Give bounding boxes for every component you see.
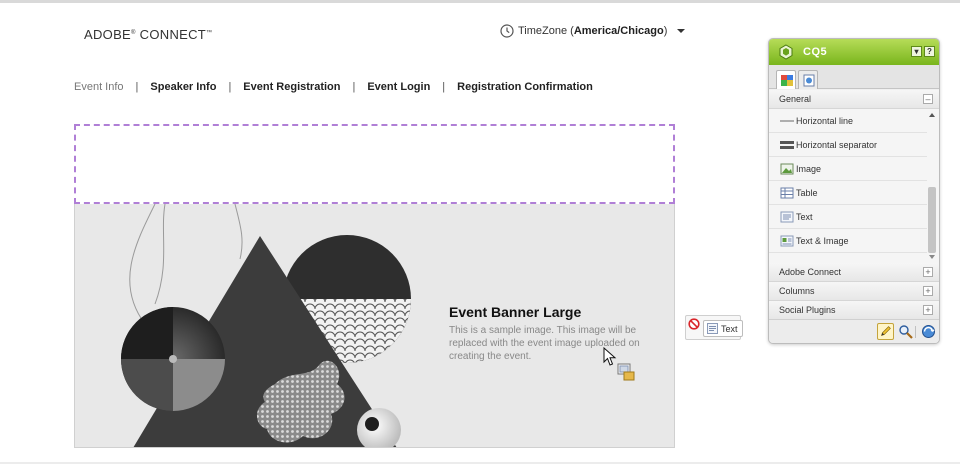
image-icon — [780, 163, 794, 175]
component-label: Image — [796, 164, 822, 174]
group-general-header[interactable]: General – — [769, 90, 939, 109]
collapse-icon[interactable]: – — [923, 94, 933, 104]
page-tab-icon — [803, 74, 815, 87]
top-rule — [0, 0, 960, 3]
expand-icon[interactable]: + — [923, 267, 933, 277]
group-columns-header[interactable]: Columns + — [769, 282, 939, 301]
group-adobe-connect-label: Adobe Connect — [779, 267, 842, 277]
group-social-plugins-header[interactable]: Social Plugins + — [769, 301, 939, 320]
timezone-value: America/Chicago — [573, 25, 664, 37]
drag-proxy: Text — [685, 315, 743, 340]
component-label: Horizontal separator — [796, 140, 878, 150]
clock-icon — [500, 24, 514, 38]
logo-text: ADOBE — [84, 27, 132, 42]
group-adobe-connect-header[interactable]: Adobe Connect + — [769, 263, 939, 282]
text-icon — [780, 211, 794, 223]
edit-mode-pencil-icon[interactable] — [877, 323, 894, 340]
expand-icon[interactable]: + — [923, 305, 933, 315]
table-icon — [780, 187, 794, 199]
drag-copy-icon — [617, 363, 635, 381]
nav-separator: | — [228, 81, 232, 93]
cq5-sidekick[interactable]: CQ5 ▾ ? General – Horizontal line Horizo… — [768, 38, 940, 344]
group-general-label: General — [779, 94, 812, 104]
nav-separator: | — [442, 81, 446, 93]
nav-event-registration[interactable]: Event Registration — [243, 81, 340, 93]
scroll-down-icon[interactable] — [929, 255, 935, 259]
group-columns-label: Columns — [779, 286, 815, 296]
component-label: Table — [796, 188, 818, 198]
logo-text-connect: CONNECT — [135, 27, 207, 42]
component-table[interactable]: Table — [769, 181, 927, 205]
no-drop-icon — [688, 318, 700, 330]
paragraph-drop-zone[interactable] — [74, 124, 675, 204]
component-text[interactable]: Text — [769, 205, 927, 229]
component-horizontal-separator[interactable]: Horizontal separator — [769, 133, 927, 157]
component-horizontal-line[interactable]: Horizontal line — [769, 109, 927, 133]
component-label: Text — [796, 212, 813, 222]
chevron-down-icon[interactable] — [677, 29, 686, 33]
nav-event-info[interactable]: Event Info — [74, 81, 124, 93]
logo-trademark: ™ — [206, 30, 213, 36]
dragged-component-label: Text — [721, 323, 738, 334]
sidekick-header[interactable]: CQ5 ▾ ? — [769, 39, 939, 65]
help-button[interactable]: ? — [924, 46, 935, 57]
banner-description: This is a sample image. This image will … — [449, 325, 640, 362]
horizontal-separator-icon — [780, 141, 794, 149]
component-text-image[interactable]: Text & Image — [769, 229, 927, 253]
nav-separator: | — [135, 81, 139, 93]
component-label: Horizontal line — [796, 116, 854, 126]
sidekick-title: CQ5 — [803, 46, 828, 58]
group-social-plugins-label: Social Plugins — [779, 305, 836, 315]
event-nav: Event Info | Speaker Info | Event Regist… — [74, 79, 593, 95]
adobe-connect-logo: ADOBE® CONNECT™ — [84, 27, 212, 42]
dragged-text-component: Text — [703, 320, 743, 337]
minimize-button[interactable]: ▾ — [911, 46, 922, 57]
components-tab-icon — [781, 75, 793, 86]
banner-title: Event Banner Large — [449, 304, 582, 320]
nav-speaker-info[interactable]: Speaker Info — [150, 81, 216, 93]
component-label: Text & Image — [796, 236, 849, 246]
sidekick-toolbar — [769, 319, 939, 343]
tab-page[interactable] — [798, 70, 818, 89]
expand-icon[interactable]: + — [923, 286, 933, 296]
nav-separator: | — [352, 81, 356, 93]
text-component-icon — [707, 323, 718, 334]
scroll-up-icon[interactable] — [929, 113, 935, 117]
tab-components[interactable] — [776, 70, 796, 89]
design-mode-icon[interactable] — [920, 323, 937, 340]
toolbar-divider — [915, 326, 916, 338]
nav-registration-confirmation[interactable]: Registration Confirmation — [457, 81, 593, 93]
preview-magnifier-icon[interactable] — [897, 323, 914, 340]
text-image-icon — [780, 235, 794, 247]
timezone-label: TimeZone (America/Chicago) — [518, 25, 668, 37]
scrollbar-thumb[interactable] — [928, 187, 936, 253]
sidekick-tab-bar — [769, 65, 939, 89]
timezone-selector[interactable]: TimeZone (America/Chicago) — [500, 23, 686, 39]
horizontal-line-icon — [780, 120, 794, 122]
component-image[interactable]: Image — [769, 157, 927, 181]
nav-event-login[interactable]: Event Login — [367, 81, 430, 93]
cq5-logo-icon — [779, 44, 793, 60]
event-banner[interactable]: Event Banner Large This is a sample imag… — [74, 204, 675, 448]
